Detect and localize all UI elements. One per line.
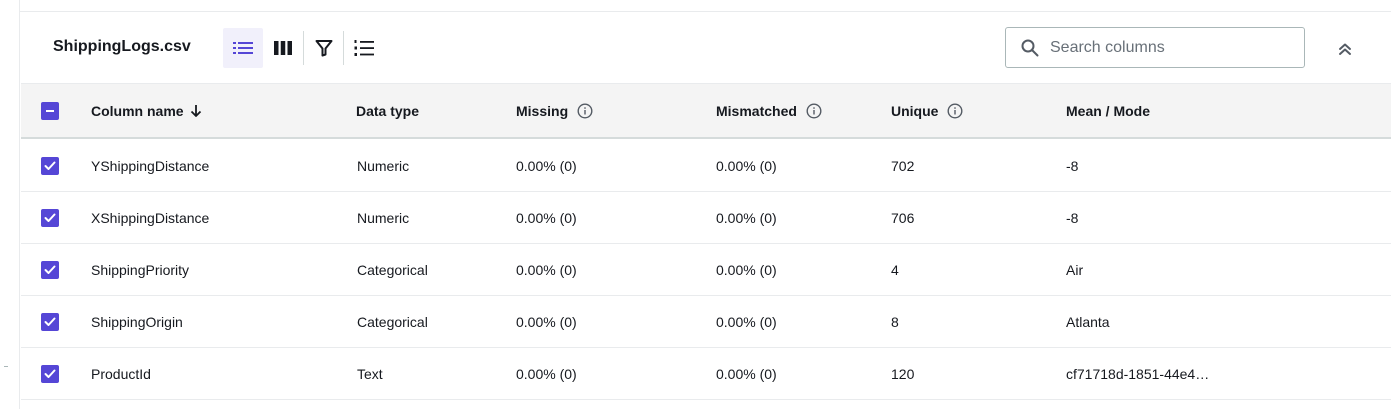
toolbar: ShippingLogs.csv <box>21 13 1391 83</box>
cell-unique: 8 <box>891 314 899 330</box>
cell-unique: 120 <box>891 366 915 382</box>
cell-missing: 0.00% (0) <box>516 158 577 174</box>
cell-missing: 0.00% (0) <box>516 210 577 226</box>
checkmark-icon <box>41 260 59 279</box>
search-icon <box>1020 38 1040 58</box>
row-checkbox[interactable] <box>41 192 59 243</box>
header-mismatched-label: Mismatched <box>716 103 797 119</box>
file-name: ShippingLogs.csv <box>53 38 191 55</box>
search-input[interactable] <box>1050 38 1290 57</box>
gutter-marker <box>4 366 8 367</box>
header-unique-label: Unique <box>891 103 939 119</box>
cell-data-type: Categorical <box>357 262 428 278</box>
header-mean-mode[interactable]: Mean / Mode <box>1066 84 1150 138</box>
cell-mean-mode: Air <box>1066 262 1084 278</box>
row-checkbox[interactable] <box>41 348 59 399</box>
cell-unique: 706 <box>891 210 915 226</box>
top-strip <box>20 0 1391 12</box>
cell-missing: 0.00% (0) <box>516 314 577 330</box>
cell-mismatched: 0.00% (0) <box>716 366 777 382</box>
search-box <box>1005 27 1305 68</box>
sort-descending-icon <box>190 104 202 118</box>
table-row[interactable]: YShippingDistance Numeric 0.00% (0) 0.00… <box>21 140 1391 192</box>
row-checkbox[interactable] <box>41 296 59 347</box>
cell-unique: 702 <box>891 158 915 174</box>
filter-button[interactable] <box>304 28 344 68</box>
checkmark-icon <box>41 156 59 175</box>
header-missing[interactable]: Missing <box>516 84 593 138</box>
select-all-checkbox[interactable] <box>41 84 59 137</box>
cell-column-name: XShippingDistance <box>91 210 210 226</box>
cell-mean-mode: cf71718d-1851-44e4… <box>1066 366 1210 382</box>
table-header: Column name Data type Missing Mismatched… <box>21 83 1391 139</box>
cell-data-type: Numeric <box>357 158 410 174</box>
checkmark-icon <box>41 364 59 383</box>
cell-mean-mode: Atlanta <box>1066 314 1110 330</box>
header-mismatched[interactable]: Mismatched <box>716 84 822 138</box>
header-missing-label: Missing <box>516 103 569 119</box>
indeterminate-checkbox-icon <box>41 101 59 120</box>
table-row[interactable]: ShippingOrigin Categorical 0.00% (0) 0.0… <box>21 296 1391 348</box>
cell-mismatched: 0.00% (0) <box>716 158 777 174</box>
chevron-double-up-icon <box>1339 43 1351 55</box>
checkmark-icon <box>41 208 59 227</box>
header-unique[interactable]: Unique <box>891 84 963 138</box>
list-view-button[interactable] <box>223 28 263 68</box>
left-gutter <box>0 0 20 409</box>
cell-data-type: Numeric <box>357 210 410 226</box>
header-mean-mode-label: Mean / Mode <box>1066 103 1151 119</box>
collapse-button[interactable] <box>1333 37 1357 61</box>
cell-mean-mode: -8 <box>1066 158 1079 174</box>
cell-mean-mode: -8 <box>1066 210 1079 226</box>
header-column-name-label: Column name <box>91 103 184 119</box>
info-icon[interactable] <box>577 103 593 119</box>
row-checkbox[interactable] <box>41 140 59 191</box>
header-data-type-label: Data type <box>356 103 420 119</box>
table-row[interactable]: ShippingPriority Categorical 0.00% (0) 0… <box>21 244 1391 296</box>
cell-column-name: ProductId <box>91 366 151 382</box>
cell-mismatched: 0.00% (0) <box>716 210 777 226</box>
cell-column-name: ShippingOrigin <box>91 314 183 330</box>
cell-data-type: Categorical <box>357 314 428 330</box>
list-icon <box>233 42 253 54</box>
numbered-list-icon <box>354 40 374 56</box>
filter-icon <box>315 40 333 57</box>
cell-missing: 0.00% (0) <box>516 262 577 278</box>
info-icon[interactable] <box>806 103 822 119</box>
cell-mismatched: 0.00% (0) <box>716 314 777 330</box>
cell-unique: 4 <box>891 262 899 278</box>
table-row[interactable]: XShippingDistance Numeric 0.00% (0) 0.00… <box>21 192 1391 244</box>
header-data-type[interactable]: Data type <box>356 84 419 138</box>
header-column-name[interactable]: Column name <box>91 84 202 138</box>
numbered-list-button[interactable] <box>344 28 384 68</box>
cell-missing: 0.00% (0) <box>516 366 577 382</box>
columns-icon <box>274 41 292 55</box>
column-view-button[interactable] <box>263 28 303 68</box>
cell-mismatched: 0.00% (0) <box>716 262 777 278</box>
cell-column-name: ShippingPriority <box>91 262 190 278</box>
row-checkbox[interactable] <box>41 244 59 295</box>
table-row[interactable]: ProductId Text 0.00% (0) 0.00% (0) 120 c… <box>21 348 1391 400</box>
checkmark-icon <box>41 312 59 331</box>
cell-data-type: Text <box>357 366 383 382</box>
cell-column-name: YShippingDistance <box>91 158 210 174</box>
info-icon[interactable] <box>947 103 963 119</box>
